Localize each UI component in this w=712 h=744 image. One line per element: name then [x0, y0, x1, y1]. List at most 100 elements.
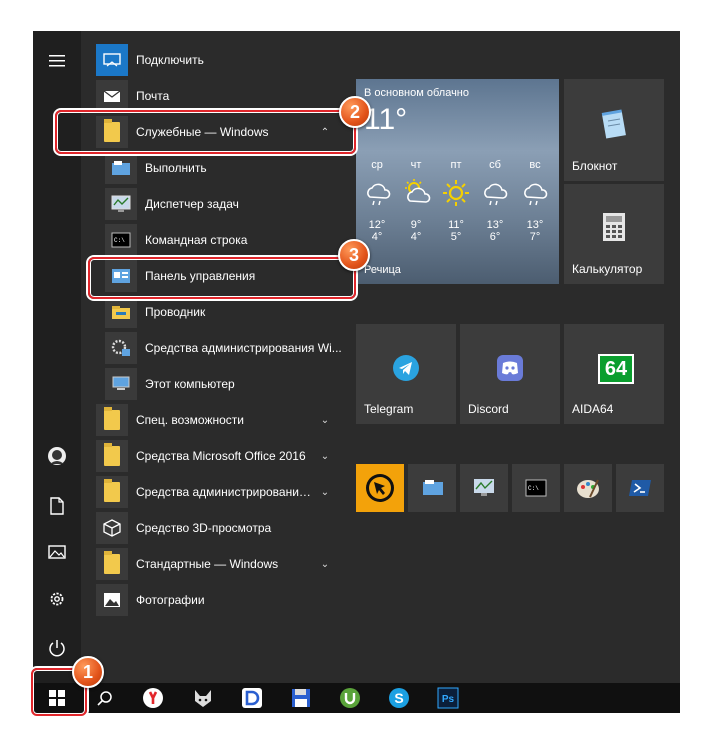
tile-small-paint[interactable]	[564, 464, 612, 512]
taskbar-yandex[interactable]	[133, 683, 173, 713]
list-item[interactable]: Средства администрирования... ⌄	[81, 474, 343, 510]
chevron-down-icon[interactable]: ⌄	[313, 559, 337, 570]
taskbar-save-app[interactable]	[281, 683, 321, 713]
d-app-icon	[242, 688, 262, 708]
folder-icon	[96, 440, 128, 472]
picture-icon	[48, 545, 66, 559]
weather-day: пт	[450, 159, 462, 171]
notepad-icon	[601, 109, 626, 139]
list-item-label: Проводник	[145, 305, 206, 319]
list-item[interactable]: Стандартные — Windows ⌄	[81, 546, 343, 582]
power-icon	[49, 640, 65, 657]
step-badge-1: 1	[72, 656, 104, 688]
sunny-icon	[443, 180, 469, 206]
cloud-rain-icon	[524, 183, 548, 206]
list-item-label: Подключить	[136, 53, 204, 67]
weather-city: Речица	[364, 264, 401, 276]
this-pc-icon	[105, 368, 137, 400]
tile-small-app[interactable]	[356, 464, 404, 512]
folder-icon	[96, 476, 128, 508]
explorer-icon	[105, 296, 137, 328]
list-item[interactable]: Этот компьютер	[81, 366, 343, 402]
list-item-label: Средства администрирования Wi...	[145, 341, 342, 355]
list-item[interactable]: Проводник	[81, 294, 343, 330]
settings-button[interactable]	[33, 579, 81, 619]
list-item-label: Выполнить	[145, 161, 207, 175]
callout-box-control-panel	[88, 257, 356, 299]
list-item[interactable]: C:\ Командная строка	[81, 222, 343, 258]
svg-text:S: S	[394, 690, 403, 706]
taskbar-d-app[interactable]	[232, 683, 272, 713]
taskbar-utorrent[interactable]	[330, 683, 370, 713]
tile-label: AIDA64	[572, 402, 614, 416]
chevron-down-icon[interactable]: ⌄	[313, 415, 337, 426]
3d-viewer-icon	[96, 512, 128, 544]
callout-box-utilities	[55, 110, 356, 154]
list-item[interactable]: Средства администрирования Wi...	[81, 330, 343, 366]
list-item[interactable]: Почта	[81, 78, 343, 114]
photoshop-icon: Ps	[437, 687, 459, 709]
list-item-label: Диспетчер задач	[145, 197, 239, 211]
svg-text:C:\: C:\	[528, 485, 539, 492]
tile-calculator[interactable]: Калькулятор	[564, 184, 664, 284]
powershell-icon	[629, 480, 651, 496]
svg-text:Ps: Ps	[442, 694, 455, 705]
admin-tools-icon	[105, 332, 137, 364]
list-item[interactable]: Средства Microsoft Office 2016 ⌄	[81, 438, 343, 474]
yandex-browser-icon	[143, 688, 163, 708]
list-item-label: Этот компьютер	[145, 377, 235, 391]
hamburger-menu-button[interactable]	[33, 41, 81, 81]
folder-icon	[96, 404, 128, 436]
list-item-label: Спец. возможности	[136, 413, 244, 427]
tile-small-powershell[interactable]	[616, 464, 664, 512]
list-item[interactable]: Спец. возможности ⌄	[81, 402, 343, 438]
floppy-icon	[292, 689, 310, 707]
tile-label: Блокнот	[572, 159, 618, 173]
list-item-label: Стандартные — Windows	[136, 557, 279, 571]
tile-telegram[interactable]: Telegram	[356, 324, 456, 424]
taskbar-photoshop[interactable]: Ps	[428, 683, 468, 713]
tile-aida64[interactable]: 64 AIDA64	[564, 324, 664, 424]
tile-label: Discord	[468, 402, 509, 416]
chevron-down-icon[interactable]: ⌄	[313, 487, 337, 498]
run-icon	[105, 152, 137, 184]
documents-button[interactable]	[33, 486, 81, 526]
pictures-button[interactable]	[33, 532, 81, 572]
partly-sunny-icon	[405, 179, 431, 203]
weather-day: сб	[489, 159, 501, 171]
taskbar-fox-app[interactable]	[183, 683, 223, 713]
cmd-icon: C:\	[525, 479, 547, 497]
tile-small-run[interactable]	[408, 464, 456, 512]
skype-icon: S	[389, 688, 409, 708]
tile-small-task-manager[interactable]	[460, 464, 508, 512]
list-item[interactable]: Диспетчер задач	[81, 186, 343, 222]
folder-icon	[96, 548, 128, 580]
tile-discord[interactable]: Discord	[460, 324, 560, 424]
run-icon	[423, 480, 443, 495]
cursor-app-icon	[366, 474, 394, 502]
tile-notepad[interactable]: Блокнот	[564, 79, 664, 181]
weather-hi-lo: 11° 5°	[448, 219, 464, 243]
weather-day: чт	[410, 159, 422, 171]
taskbar: S Ps	[33, 683, 680, 713]
list-item-label: Средство 3D-просмотра	[136, 521, 272, 535]
gear-icon	[50, 592, 64, 606]
telegram-icon	[393, 355, 419, 381]
tile-label: Telegram	[364, 402, 414, 416]
task-manager-icon	[474, 479, 494, 496]
tile-small-cmd[interactable]: C:\	[512, 464, 560, 512]
taskbar-skype[interactable]: S	[379, 683, 419, 713]
list-item[interactable]: Подключить	[81, 42, 343, 78]
cloud-rain-icon	[367, 183, 391, 206]
weather-tile[interactable]: В основном облачно 11° ср чт пт сб вс 12…	[356, 79, 559, 284]
user-avatar-icon	[48, 447, 66, 465]
cmd-icon: C:\	[105, 224, 137, 256]
list-item[interactable]: Фотографии	[81, 582, 343, 618]
chevron-down-icon[interactable]: ⌄	[313, 451, 337, 462]
weather-day: ср	[371, 159, 383, 171]
photos-icon	[96, 584, 128, 616]
list-item-label: Почта	[136, 89, 170, 103]
list-item[interactable]: Выполнить	[81, 150, 343, 186]
list-item[interactable]: Средство 3D-просмотра	[81, 510, 343, 546]
user-account-button[interactable]	[33, 436, 81, 476]
